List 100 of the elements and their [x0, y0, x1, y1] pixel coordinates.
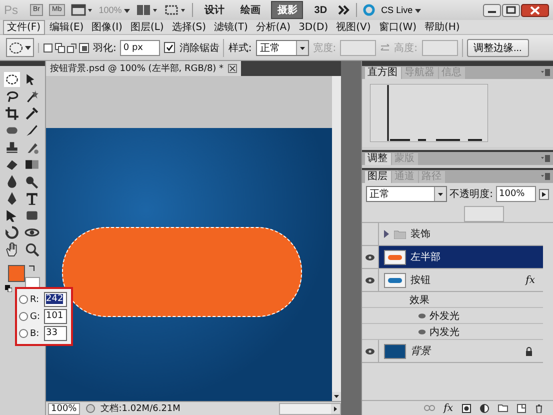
- document-size-text: 文档:1.02M/6.21M: [100, 402, 180, 415]
- feather-field[interactable]: 0 px: [120, 40, 160, 56]
- fill-field[interactable]: [464, 206, 504, 222]
- width-label: 宽度:: [312, 42, 336, 54]
- layer-row[interactable]: 按钮 fx: [362, 269, 543, 292]
- refine-edge-button[interactable]: 调整边缘...: [466, 38, 529, 56]
- menu-item[interactable]: 编辑(E): [46, 20, 87, 34]
- caret-icon: [434, 187, 446, 201]
- view-extras-icon[interactable]: [70, 4, 93, 16]
- folder-icon[interactable]: [498, 404, 508, 412]
- channel-value-field[interactable]: 33: [44, 326, 67, 341]
- channel-label: R:: [30, 294, 40, 304]
- status-menu-icon[interactable]: [86, 404, 95, 413]
- restore-icon[interactable]: [502, 4, 520, 16]
- panel-tab[interactable]: 调整: [364, 153, 391, 165]
- panel-tab[interactable]: 图层: [364, 171, 391, 183]
- gradient-icon[interactable]: [24, 157, 40, 172]
- width-field[interactable]: [340, 40, 376, 56]
- zoom-field[interactable]: 100%: [48, 402, 80, 414]
- menu-item[interactable]: 图像(I): [88, 20, 126, 34]
- add-style-button[interactable]: fx: [444, 402, 453, 414]
- style-label: 样式:: [228, 42, 252, 54]
- shape-icon[interactable]: [24, 208, 40, 223]
- blend-mode-dropdown[interactable]: 正常: [366, 186, 447, 202]
- cs-live-icon[interactable]: [363, 4, 376, 16]
- panel-menu-icon[interactable]: [541, 155, 550, 162]
- tool-preset-picker[interactable]: [6, 38, 34, 57]
- wand-icon[interactable]: [24, 89, 40, 104]
- screen-mode-icon[interactable]: [164, 4, 186, 16]
- menu-item[interactable]: 文件(F): [3, 20, 45, 34]
- layer-row[interactable]: 左半部: [362, 246, 543, 269]
- eye-icon[interactable]: [364, 348, 375, 354]
- eye-icon[interactable]: [418, 328, 426, 334]
- scroll-right-icon[interactable]: [330, 404, 340, 414]
- background-thumbnail: [384, 344, 406, 358]
- more-workspaces-icon[interactable]: [338, 5, 350, 15]
- opacity-slider-icon[interactable]: [539, 188, 549, 200]
- channel-value-field[interactable]: 242: [44, 292, 67, 307]
- workspace-button[interactable]: 摄影: [271, 1, 304, 19]
- zoom-icon[interactable]: [24, 242, 40, 257]
- opacity-field[interactable]: 100%: [496, 186, 536, 202]
- intersect-selection-icon[interactable]: [79, 42, 89, 52]
- crop-icon[interactable]: [4, 106, 20, 121]
- workspace-button[interactable]: 绘画: [235, 2, 266, 18]
- arrange-icon[interactable]: [136, 4, 158, 16]
- workspace-button[interactable]: 设计: [199, 2, 230, 18]
- foreground-color-swatch[interactable]: [8, 265, 25, 282]
- channel-radio[interactable]: [19, 329, 28, 338]
- close-icon[interactable]: [228, 64, 237, 73]
- new-selection-icon[interactable]: [43, 42, 53, 52]
- panel-menu-icon[interactable]: [541, 69, 550, 76]
- layer-name: 背景: [410, 344, 431, 358]
- horizontal-scrollbar[interactable]: [278, 402, 341, 414]
- menu-item[interactable]: 分析(A): [252, 20, 294, 34]
- stamp-icon[interactable]: [4, 140, 20, 155]
- layer-row[interactable]: 背景: [362, 340, 543, 363]
- ellipse-marquee-icon: [9, 42, 23, 54]
- expand-arrow-icon[interactable]: [384, 230, 389, 238]
- subtract-selection-icon[interactable]: [67, 42, 77, 52]
- rotate-3d-icon[interactable]: [4, 225, 20, 240]
- channel-radio[interactable]: [19, 312, 28, 321]
- default-colors-icon[interactable]: [5, 285, 12, 292]
- dodge-icon[interactable]: [24, 174, 40, 189]
- adjustment-icon[interactable]: [480, 404, 489, 412]
- marquee-icon[interactable]: [4, 72, 20, 87]
- document-tab[interactable]: 按钮背景.psd @ 100% (左半部, RGB/8) *: [46, 61, 241, 76]
- swap-colors-icon[interactable]: [28, 265, 35, 272]
- close-icon[interactable]: [521, 4, 549, 16]
- caret-icon: [415, 9, 422, 13]
- minimize-icon[interactable]: [483, 4, 501, 16]
- effect-name: 内发光: [430, 326, 460, 338]
- panel-menu-icon[interactable]: [541, 173, 550, 180]
- trash-icon[interactable]: [535, 404, 543, 412]
- channel-value-field[interactable]: 101: [44, 309, 67, 324]
- menu-item[interactable]: 窗口(W): [376, 20, 420, 34]
- folder-icon: [394, 230, 406, 238]
- menu-item[interactable]: 帮助(H): [422, 20, 463, 34]
- channel-radio[interactable]: [19, 295, 28, 304]
- eye-icon[interactable]: [418, 312, 426, 318]
- mask-icon[interactable]: [462, 404, 471, 412]
- menu-item[interactable]: 滤镜(T): [210, 20, 251, 34]
- antialias-checkbox[interactable]: [164, 42, 176, 53]
- menu-item[interactable]: 3D(D): [296, 20, 332, 34]
- eyedropper-icon[interactable]: [24, 106, 40, 121]
- eye-icon[interactable]: [364, 276, 375, 284]
- opacity-label: 不透明度:: [450, 188, 493, 201]
- new-layer-icon[interactable]: [517, 404, 526, 412]
- menu-item[interactable]: 视图(V): [333, 20, 374, 34]
- height-field[interactable]: [422, 40, 458, 56]
- cs-live-button[interactable]: CS Live: [381, 5, 422, 15]
- brush-icon[interactable]: [24, 123, 40, 138]
- lasso-icon[interactable]: [4, 89, 20, 104]
- panel-tab[interactable]: 直方图: [364, 67, 401, 79]
- menu-item[interactable]: 图层(L): [127, 20, 167, 34]
- workspace-button[interactable]: 3D: [309, 4, 332, 16]
- type-icon[interactable]: [24, 191, 40, 206]
- style-dropdown[interactable]: 正常: [256, 40, 309, 56]
- menu-item[interactable]: 选择(S): [168, 20, 209, 34]
- eye-icon[interactable]: [364, 254, 375, 260]
- add-selection-icon[interactable]: [55, 42, 65, 52]
